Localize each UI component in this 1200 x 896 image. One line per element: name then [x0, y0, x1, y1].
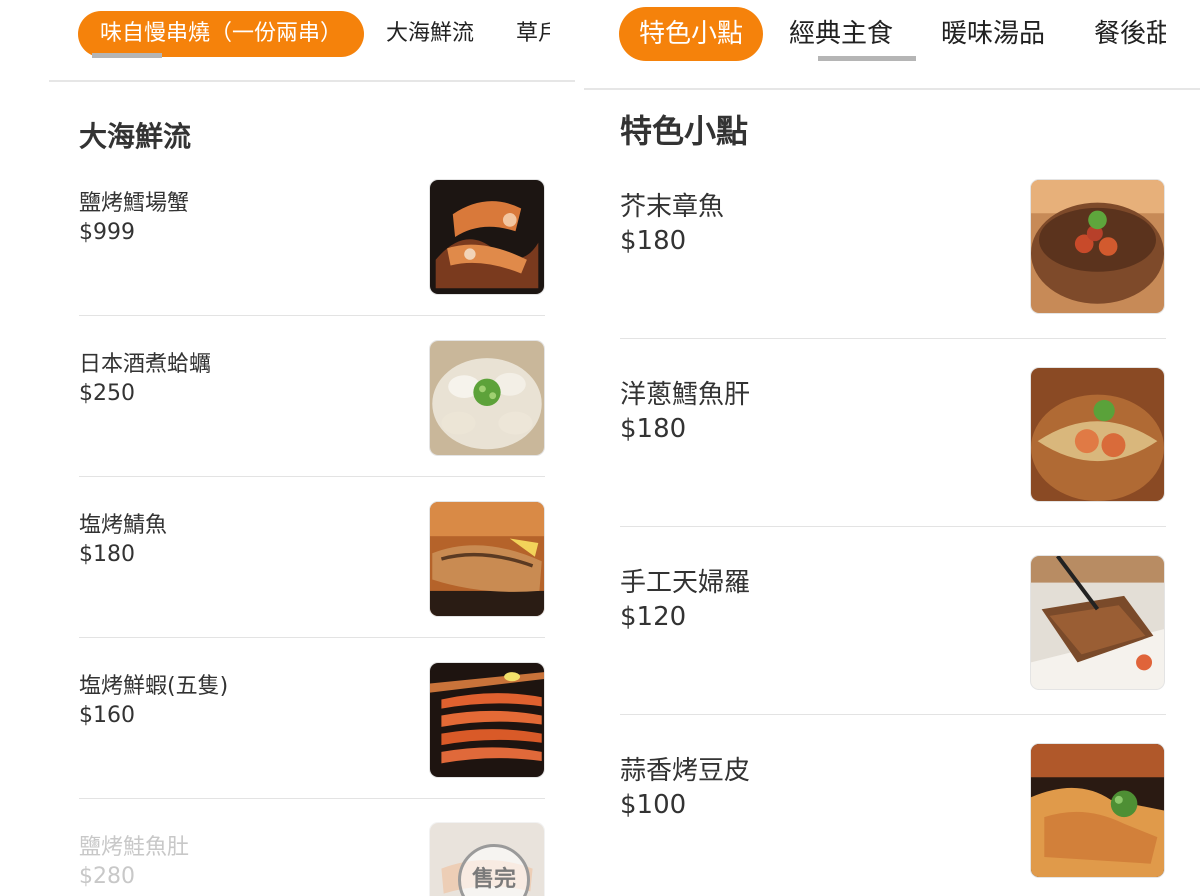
item-name: 手工天婦羅 [620, 568, 751, 598]
item-divider [79, 315, 545, 316]
item-price: $999 [79, 220, 135, 245]
item-price: $120 [620, 602, 687, 632]
tab-overflow-clip: 草戶 [516, 0, 550, 90]
tab-warm-soups[interactable]: 暖味湯品 [941, 7, 1045, 61]
tab-bar-divider [49, 80, 575, 82]
tofu-skin-image[interactable] [1031, 744, 1164, 877]
item-name: 日本酒煮蛤蠣 [79, 352, 212, 377]
clam-image[interactable] [430, 341, 544, 455]
cod-liver-image[interactable] [1031, 368, 1164, 501]
item-divider [79, 637, 545, 638]
tab-scroll-indicator [92, 53, 162, 58]
tab-overflow-clip: 餐後甜 [1094, 0, 1166, 90]
section-title: 大海鮮流 [79, 120, 192, 153]
tab-desserts[interactable]: 餐後甜 [1094, 7, 1166, 61]
left-menu-panel: 味自慢串燒（一份兩串） 大海鮮流 草戶 大海鮮流 鹽烤鱈場蟹 $999 日本酒煮… [0, 0, 584, 896]
item-price: $100 [620, 790, 687, 820]
tab-next-category[interactable]: 草戶 [516, 11, 550, 57]
item-divider [620, 526, 1166, 527]
item-price: $280 [79, 864, 135, 889]
category-tab-bar: 味自慢串燒（一份兩串） 大海鮮流 草戶 [0, 0, 584, 90]
category-tab-bar: 特色小點 經典主食 暖味湯品 餐後甜 [584, 0, 1200, 90]
shrimp-image[interactable] [430, 663, 544, 777]
section-title: 特色小點 [620, 112, 749, 150]
item-name: 塩烤鯖魚 [79, 513, 168, 538]
item-divider [620, 714, 1166, 715]
item-name: 芥末章魚 [620, 192, 725, 222]
tab-skewers[interactable]: 味自慢串燒（一份兩串） [78, 11, 364, 57]
tab-scroll-indicator [818, 56, 916, 61]
item-divider [79, 798, 545, 799]
item-name: 洋蔥鱈魚肝 [620, 380, 751, 410]
crab-image[interactable] [430, 180, 544, 294]
item-name: 鹽烤鱈場蟹 [79, 191, 190, 216]
tab-specialty-snacks[interactable]: 特色小點 [619, 7, 763, 61]
item-price: $160 [79, 703, 135, 728]
item-divider [620, 338, 1166, 339]
right-menu-panel: 特色小點 經典主食 暖味湯品 餐後甜 特色小點 芥末章魚 $180 洋蔥鱈魚肝 … [584, 0, 1200, 896]
tab-bar-divider [584, 88, 1200, 90]
tempura-image[interactable] [1031, 556, 1164, 689]
item-price: $180 [79, 542, 135, 567]
item-price: $180 [620, 414, 687, 444]
octopus-image[interactable] [1031, 180, 1164, 313]
item-price: $250 [79, 381, 135, 406]
tab-seafood[interactable]: 大海鮮流 [386, 11, 474, 57]
item-divider [79, 476, 545, 477]
item-price: $180 [620, 226, 687, 256]
mackerel-image[interactable] [430, 502, 544, 616]
item-name: 蒜香烤豆皮 [620, 756, 751, 786]
tab-classic-mains[interactable]: 經典主食 [789, 7, 893, 61]
item-name: 塩烤鮮蝦(五隻) [79, 674, 229, 699]
item-name: 鹽烤鮭魚肚 [79, 835, 190, 860]
